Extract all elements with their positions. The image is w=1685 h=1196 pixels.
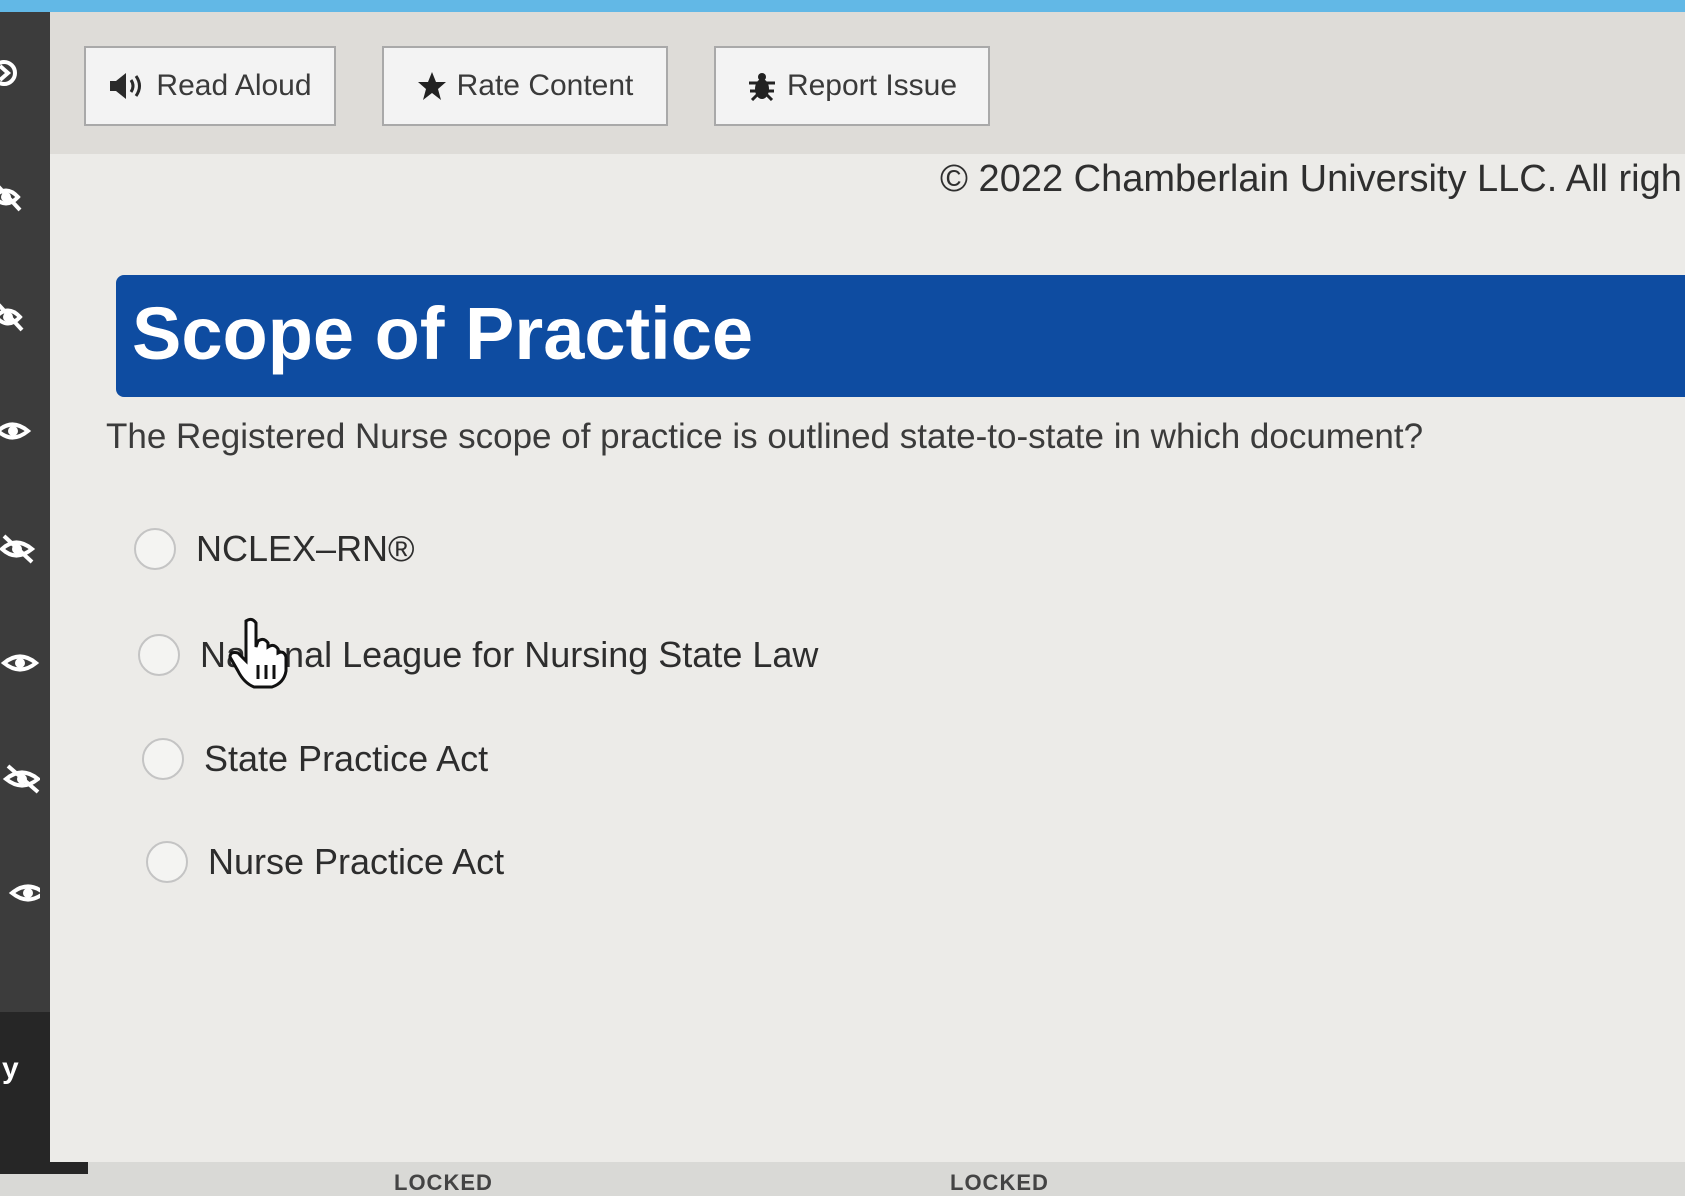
radio-button[interactable] xyxy=(134,528,176,570)
section-banner: Scope of Practice xyxy=(116,275,1685,397)
chevron-right-icon[interactable] xyxy=(0,58,40,88)
question-text: The Registered Nurse scope of practice i… xyxy=(106,417,1424,456)
answer-option[interactable]: NCLEX–RN® xyxy=(134,528,415,570)
content-panel: Read Aloud Rate Content Report Issue © 2… xyxy=(50,12,1685,1195)
radio-button[interactable] xyxy=(146,841,188,883)
top-accent-strip xyxy=(0,0,1685,12)
rate-content-label: Rate Content xyxy=(456,69,634,102)
report-issue-label: Report Issue xyxy=(786,69,958,102)
read-aloud-label: Read Aloud xyxy=(156,69,312,102)
answer-option-label[interactable]: NCLEX–RN® xyxy=(196,528,415,570)
hand-cursor-icon xyxy=(228,617,288,694)
rate-content-button[interactable]: Rate Content xyxy=(382,46,668,126)
answer-option-label[interactable]: Nurse Practice Act xyxy=(208,841,504,883)
radio-button[interactable] xyxy=(138,634,180,676)
eye-icon[interactable] xyxy=(0,416,40,446)
answer-option-label[interactable]: State Practice Act xyxy=(204,738,488,780)
eye-slash-icon[interactable] xyxy=(0,302,40,332)
speaker-icon xyxy=(108,71,146,101)
answer-option[interactable]: Nurse Practice Act xyxy=(146,841,504,883)
answer-option[interactable]: State Practice Act xyxy=(142,738,488,780)
report-issue-button[interactable]: Report Issue xyxy=(714,46,990,126)
copyright-notice: © 2022 Chamberlain University LLC. All r… xyxy=(940,158,1682,200)
read-aloud-button[interactable]: Read Aloud xyxy=(84,46,336,126)
eye-slash-icon[interactable] xyxy=(0,534,40,564)
toolbar: Read Aloud Rate Content Report Issue xyxy=(50,12,1685,154)
answer-option-label[interactable]: National League for Nursing State Law xyxy=(200,634,818,676)
star-icon xyxy=(417,71,447,101)
sidebar-partial-label: y xyxy=(2,1052,19,1085)
eye-icon[interactable] xyxy=(0,648,40,678)
bug-icon xyxy=(747,71,777,101)
eye-icon[interactable] xyxy=(0,878,48,908)
eye-slash-icon[interactable] xyxy=(0,764,42,794)
eye-slash-icon[interactable] xyxy=(0,182,40,212)
page-title: Scope of Practice xyxy=(132,292,754,375)
radio-button[interactable] xyxy=(142,738,184,780)
